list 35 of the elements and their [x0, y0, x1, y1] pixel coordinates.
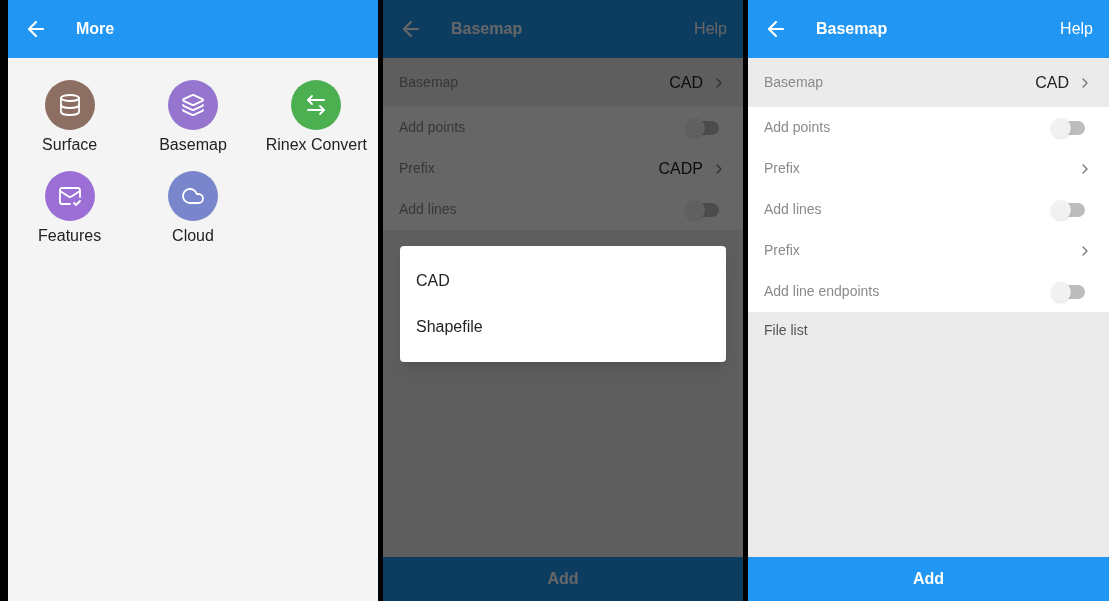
- row-label: Prefix: [764, 159, 800, 178]
- menu-tile[interactable]: Basemap: [131, 80, 255, 157]
- screen-title: Basemap: [451, 19, 523, 39]
- tile-label: Surface: [42, 135, 98, 155]
- row-value: CADP: [658, 158, 703, 179]
- screen-title: More: [76, 19, 115, 39]
- row-label: Add lines: [764, 200, 822, 219]
- row-label: Prefix: [764, 241, 800, 260]
- menu-tile[interactable]: Rinex Convert: [254, 80, 378, 157]
- tile-label: Cloud: [172, 226, 214, 246]
- dialog-option[interactable]: CAD: [400, 258, 726, 304]
- tile-label: Features: [38, 226, 102, 246]
- toggle-switch[interactable]: [1051, 281, 1085, 302]
- row-value: CAD: [669, 72, 703, 93]
- screen-title: Basemap: [816, 19, 888, 39]
- toggle-switch[interactable]: [685, 199, 719, 220]
- toggle-switch[interactable]: [1051, 117, 1085, 138]
- toggle-switch[interactable]: [1051, 199, 1085, 220]
- database-icon: [57, 93, 82, 117]
- envelope-icon: [57, 184, 82, 208]
- menu-tile[interactable]: Features: [8, 171, 132, 248]
- row-label: Add line endpoints: [764, 282, 880, 301]
- tile-label: Rinex Convert: [265, 135, 367, 155]
- tile-label: Basemap: [159, 135, 227, 155]
- menu-tile[interactable]: Surface: [8, 80, 132, 157]
- menu-tile[interactable]: Cloud: [131, 171, 255, 248]
- row-value: CAD: [1035, 72, 1069, 93]
- toggle-switch[interactable]: [685, 117, 719, 138]
- section-label: File list: [764, 322, 808, 338]
- settings-row[interactable]: Prefix: [748, 230, 1109, 271]
- row-label: Basemap: [764, 73, 824, 92]
- dialog-option[interactable]: Shapefile: [400, 304, 726, 350]
- row-label: Add points: [764, 118, 831, 137]
- settings-row[interactable]: Prefix: [748, 148, 1109, 189]
- layers-icon: [181, 93, 205, 117]
